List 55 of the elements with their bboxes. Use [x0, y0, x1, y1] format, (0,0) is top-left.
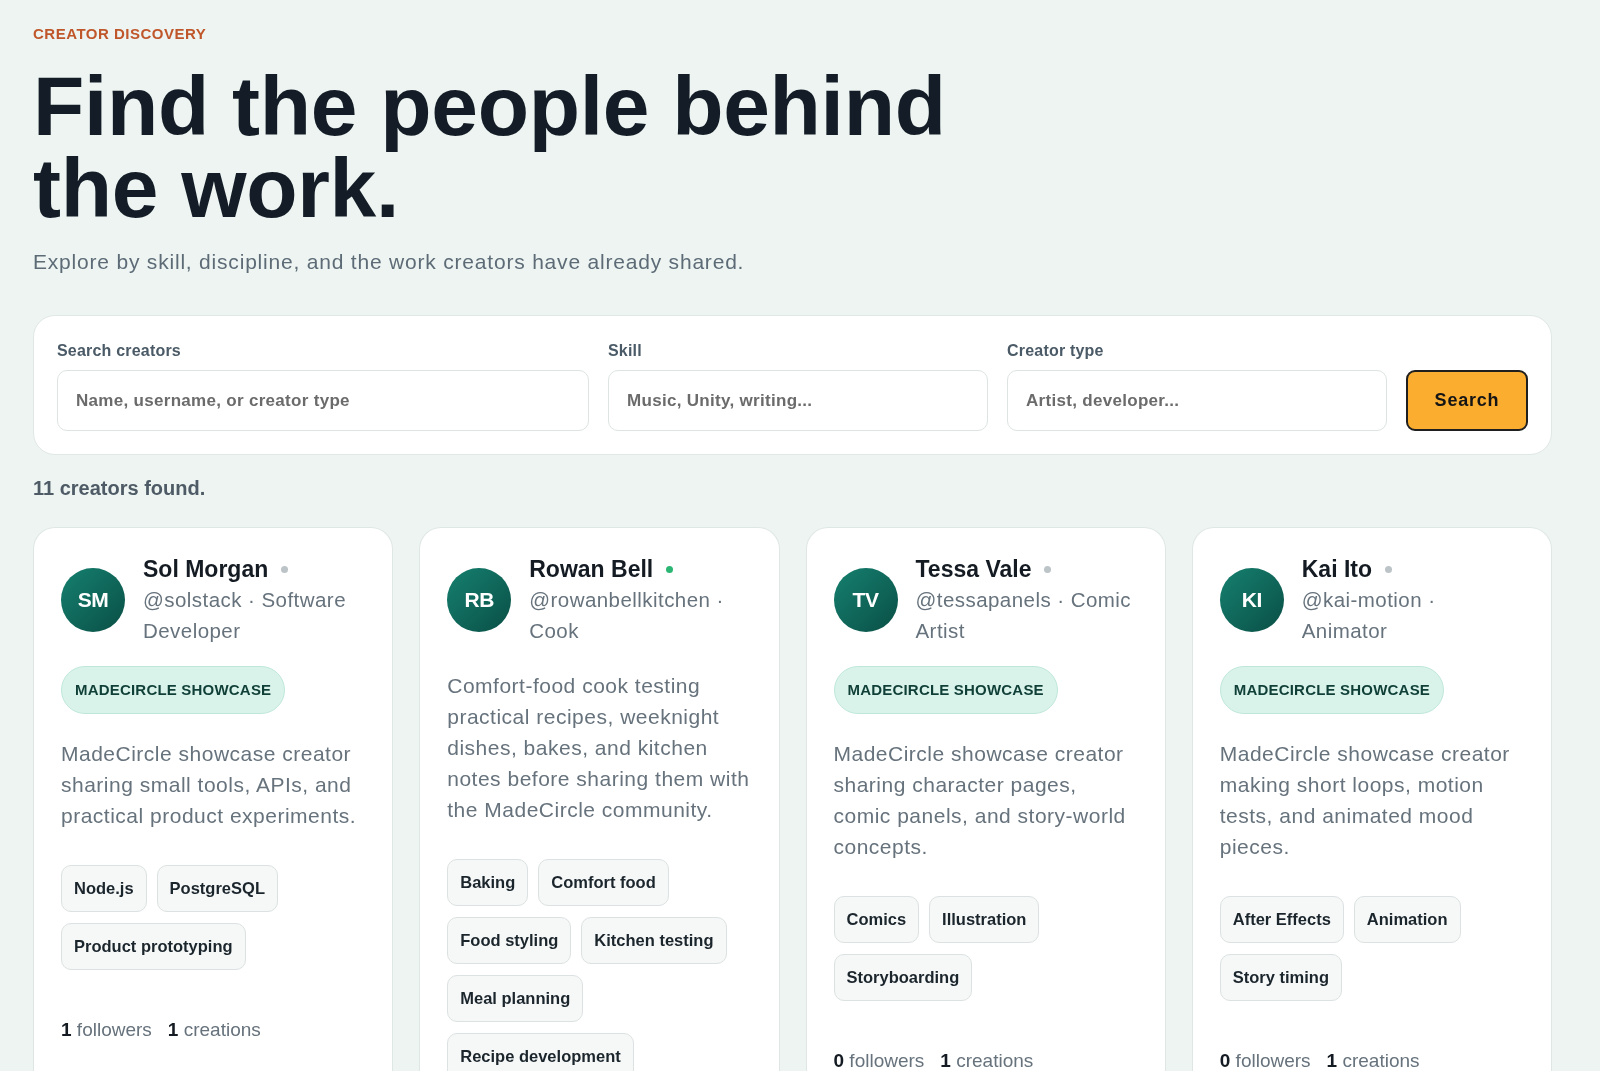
eyebrow-label: CREATOR DISCOVERY	[33, 25, 208, 43]
creator-stat: 1 creations	[167, 1018, 261, 1042]
skill-tag[interactable]: Comfort food	[538, 859, 669, 906]
skill-tag[interactable]: Food styling	[447, 917, 572, 964]
search-field[interactable]: Music, Unity, writing...	[608, 370, 988, 431]
creator-card[interactable]	[419, 527, 780, 1071]
creator-name[interactable]: Kai Ito	[1301, 554, 1373, 584]
skill-tag[interactable]: Comics	[833, 896, 920, 943]
skill-tag[interactable]: PostgreSQL	[156, 865, 278, 912]
skill-tag[interactable]: Node.js	[61, 865, 147, 912]
creator-stat: 1 followers	[61, 1018, 152, 1042]
field-label: Creator type	[1007, 342, 1105, 360]
result-count: 11 creators found.	[33, 476, 207, 501]
creator-bio: Comfort-food cook testing practical recipes, weeknight dishes, bakes, and kitchen notes before sharing them with the MadeCircle community.	[447, 673, 751, 823]
skill-tag[interactable]: Animation	[1353, 896, 1461, 943]
search-field[interactable]: Artist, developer...	[1007, 370, 1387, 431]
showcase-badge: MADECIRCLE SHOWCASE	[833, 666, 1058, 714]
creator-name[interactable]: Tessa Vale	[915, 554, 1032, 584]
creator-card[interactable]	[1191, 527, 1552, 1071]
skill-tag[interactable]: Kitchen testing	[581, 917, 727, 964]
showcase-badge: MADECIRCLE SHOWCASE	[61, 666, 286, 714]
creator-stat: 0 followers	[1219, 1049, 1311, 1071]
creator-bio: MadeCircle showcase creator sharing character pages, comic panels, and story-world concepts.	[833, 741, 1127, 860]
skill-tag[interactable]: Recipe development	[447, 1033, 634, 1071]
skill-tag[interactable]: Product prototyping	[61, 923, 246, 970]
creator-handle: @rowanbellkitchen · Cook	[529, 587, 725, 644]
creator-name[interactable]: Sol Morgan	[143, 554, 269, 584]
field-label: Search creators	[57, 342, 182, 360]
creator-handle: @tessapanels · Comic Artist	[915, 587, 1133, 644]
page-heading: Find the people behind the work.	[33, 65, 947, 229]
creator-card[interactable]	[33, 527, 394, 1071]
creator-handle: @solstack · Software Developer	[143, 587, 347, 644]
creator-stat: 1 creations	[1326, 1049, 1420, 1071]
avatar: TV	[833, 568, 898, 632]
skill-tag[interactable]: After Effects	[1219, 896, 1344, 943]
field-label: Skill	[608, 342, 643, 360]
creator-card[interactable]	[805, 527, 1166, 1071]
skill-tag[interactable]: Baking	[447, 859, 529, 906]
creator-bio: MadeCircle showcase creator sharing small tools, APIs, and practical product experiments.	[61, 741, 358, 829]
creator-name[interactable]: Rowan Bell	[529, 554, 654, 584]
creator-stat: 1 creations	[940, 1049, 1034, 1071]
page-subtitle: Explore by skill, discipline, and the work creators have already shared.	[33, 249, 746, 275]
skill-tag[interactable]: Story timing	[1219, 954, 1342, 1001]
creator-handle: @kai-motion · Animator	[1301, 587, 1437, 644]
skill-tag[interactable]: Meal planning	[447, 975, 584, 1022]
skill-tag[interactable]: Storyboarding	[833, 954, 973, 1001]
search-field[interactable]: Name, username, or creator type	[57, 370, 589, 431]
search-button[interactable]: Search	[1406, 370, 1528, 431]
avatar: KI	[1219, 568, 1284, 632]
creator-stat: 0 followers	[833, 1049, 925, 1071]
avatar: RB	[447, 568, 512, 632]
avatar: SM	[61, 568, 125, 632]
skill-tag[interactable]: Illustration	[929, 896, 1040, 943]
creator-bio: MadeCircle showcase creator making short loops, motion tests, and animated mood pieces.	[1219, 741, 1511, 860]
showcase-badge: MADECIRCLE SHOWCASE	[1219, 666, 1445, 714]
